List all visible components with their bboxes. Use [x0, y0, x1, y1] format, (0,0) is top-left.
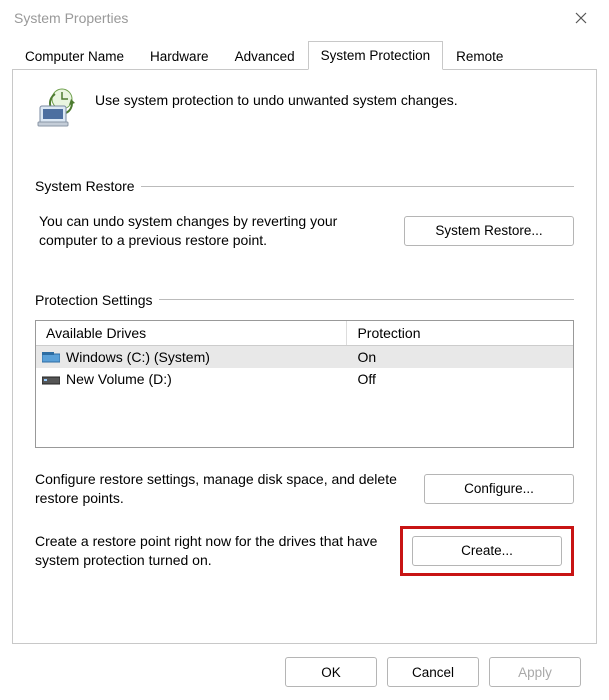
- tab-remote[interactable]: Remote: [443, 42, 516, 70]
- client-area: Computer Name Hardware Advanced System P…: [0, 36, 609, 700]
- cancel-button[interactable]: Cancel: [387, 657, 479, 687]
- col-header-protection[interactable]: Protection: [347, 321, 573, 345]
- drives-header: Available Drives Protection: [36, 321, 573, 346]
- intro-row: Use system protection to undo unwanted s…: [35, 86, 574, 130]
- close-icon[interactable]: [561, 2, 601, 34]
- create-description: Create a restore point right now for the…: [35, 532, 382, 570]
- tab-computer-name[interactable]: Computer Name: [12, 42, 137, 70]
- tab-advanced[interactable]: Advanced: [222, 42, 308, 70]
- intro-text: Use system protection to undo unwanted s…: [95, 86, 458, 108]
- create-button[interactable]: Create...: [412, 536, 562, 566]
- group-system-restore: System Restore You can undo system chang…: [35, 178, 574, 280]
- tab-system-protection[interactable]: System Protection: [308, 41, 444, 70]
- group-settings-title: Protection Settings: [35, 292, 153, 308]
- drive-icon: [42, 373, 60, 385]
- tab-hardware[interactable]: Hardware: [137, 42, 222, 70]
- restore-description: You can undo system changes by reverting…: [39, 212, 384, 250]
- drive-name: New Volume (D:): [66, 371, 172, 387]
- ok-button[interactable]: OK: [285, 657, 377, 687]
- configure-description: Configure restore settings, manage disk …: [35, 470, 406, 508]
- system-properties-window: System Properties Computer Name Hardware…: [0, 0, 609, 700]
- group-protection-settings: Protection Settings Available Drives Pro…: [35, 292, 574, 576]
- create-highlight: Create...: [400, 526, 574, 576]
- create-row: Create a restore point right now for the…: [35, 526, 574, 576]
- drive-protection: On: [347, 349, 573, 365]
- titlebar: System Properties: [0, 0, 609, 36]
- dialog-footer: OK Cancel Apply: [12, 644, 597, 700]
- table-row[interactable]: New Volume (D:) Off: [36, 368, 573, 390]
- group-restore-title: System Restore: [35, 178, 135, 194]
- tab-panel: Use system protection to undo unwanted s…: [12, 69, 597, 644]
- col-header-drives[interactable]: Available Drives: [36, 321, 347, 345]
- apply-button[interactable]: Apply: [489, 657, 581, 687]
- configure-row: Configure restore settings, manage disk …: [35, 470, 574, 508]
- configure-button[interactable]: Configure...: [424, 474, 574, 504]
- tab-row: Computer Name Hardware Advanced System P…: [12, 40, 597, 69]
- table-row[interactable]: Windows (C:) (System) On: [36, 346, 573, 368]
- system-restore-button[interactable]: System Restore...: [404, 216, 574, 246]
- drive-icon: [42, 351, 60, 363]
- drive-name: Windows (C:) (System): [66, 349, 210, 365]
- drive-protection: Off: [347, 371, 573, 387]
- divider: [141, 186, 574, 187]
- divider: [159, 299, 574, 300]
- window-title: System Properties: [14, 10, 561, 26]
- drives-table: Available Drives Protection Windows (C:)…: [35, 320, 574, 448]
- system-protection-icon: [35, 86, 79, 130]
